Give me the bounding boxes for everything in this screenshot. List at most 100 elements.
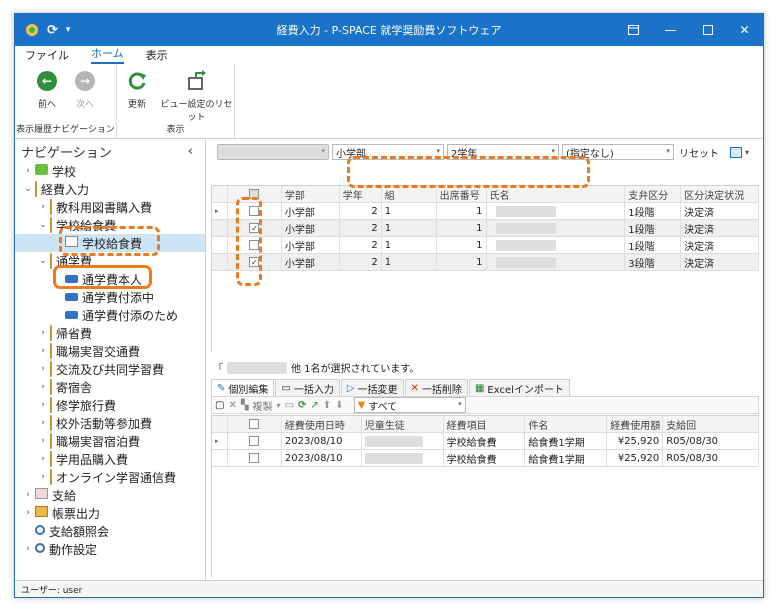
menu-file[interactable]: ファイル: [25, 47, 69, 64]
nav-item[interactable]: ⌄ 学校給食費: [15, 216, 205, 234]
row-checkbox[interactable]: ✓: [249, 257, 260, 267]
row-checkbox-cell[interactable]: [228, 450, 282, 466]
menu-view[interactable]: 表示: [146, 47, 168, 64]
nav-item-label: 学用品購入費: [56, 452, 129, 467]
new-icon[interactable]: ▢: [215, 400, 224, 411]
expand-chevron-icon[interactable]: ›: [38, 382, 48, 392]
nav-item[interactable]: › 学用品購入費: [15, 450, 205, 468]
school-selector[interactable]: ▾: [217, 144, 329, 160]
expense-filter-select[interactable]: ▼ すべて ▾: [353, 397, 466, 413]
grade-select[interactable]: 2学年 ▾: [447, 144, 559, 160]
row-checkbox-cell[interactable]: [228, 237, 282, 253]
window-icon[interactable]: ▭: [285, 400, 294, 411]
close-button[interactable]: ✕: [726, 14, 763, 46]
back-button[interactable]: ← 前へ: [35, 69, 59, 110]
expand-chevron-icon[interactable]: ›: [38, 364, 48, 374]
reset-filter-button[interactable]: リセット: [679, 145, 719, 160]
nav-item[interactable]: 通学費本人: [15, 270, 205, 288]
nav-item[interactable]: 学校給食費: [15, 234, 205, 252]
tab-bulk-input[interactable]: ▭ 一括入力: [275, 379, 340, 396]
student-row[interactable]: ✓ 小学部 2 1 1 3段階 決定済: [212, 254, 760, 271]
refresh-qat-icon[interactable]: ⟳: [47, 23, 58, 38]
student-row[interactable]: ▸ 小学部 2 1 1 1段階 決定済: [212, 203, 760, 220]
nav-item[interactable]: › 帳票出力: [15, 504, 205, 522]
nav-item[interactable]: › 職場実習交通費: [15, 342, 205, 360]
nav-item[interactable]: › 交流及び共同学習費: [15, 360, 205, 378]
nav-item[interactable]: 通学費付添のため: [15, 306, 205, 324]
nav-item[interactable]: 通学費付添中: [15, 288, 205, 306]
student-row[interactable]: 小学部 2 1 1 1段階 決定済: [212, 237, 760, 254]
nav-item[interactable]: › 動作設定: [15, 540, 205, 558]
nav-item[interactable]: › 学校: [15, 162, 205, 180]
row-checkbox[interactable]: [249, 240, 260, 250]
refresh-icon: [125, 69, 149, 93]
row-checkbox[interactable]: [249, 453, 260, 463]
expand-chevron-icon[interactable]: ⌄: [23, 184, 33, 194]
tab-bulk-change[interactable]: ▷ 一括変更: [340, 379, 404, 396]
up-arrow-icon[interactable]: ⬆: [323, 400, 331, 411]
minimize-button[interactable]: —: [652, 14, 689, 46]
nav-item[interactable]: 支給額照会: [15, 522, 205, 540]
refresh-button[interactable]: 更新: [125, 69, 149, 110]
expand-chevron-icon[interactable]: ›: [38, 418, 48, 428]
expand-chevron-icon[interactable]: ›: [38, 436, 48, 446]
student-row[interactable]: ✓ 小学部 2 1 1 1段階 決定済: [212, 220, 760, 237]
expand-chevron-icon[interactable]: ›: [38, 454, 48, 464]
expense-row[interactable]: ▸ 2023/08/10 学校給食費 給食費1学期 ¥25,920 R05/08/30: [212, 433, 759, 450]
row-checkbox[interactable]: [249, 436, 260, 446]
tab-excel-import[interactable]: ▦ Excelインポート: [468, 379, 570, 396]
refresh-icon[interactable]: ⟳: [298, 400, 306, 411]
menu-home[interactable]: ホーム: [91, 45, 124, 64]
chevron-down-icon[interactable]: ▾: [745, 148, 749, 157]
nav-item[interactable]: ⌄ 経費入力: [15, 180, 205, 198]
expense-select-all[interactable]: [228, 416, 282, 432]
department-select[interactable]: 小学部 ▾: [332, 144, 444, 160]
qat-dropdown-icon[interactable]: ▾: [66, 25, 71, 35]
nav-item[interactable]: › 校外活動等参加費: [15, 414, 205, 432]
expand-chevron-icon[interactable]: ⌄: [38, 256, 48, 266]
row-checkbox[interactable]: ✓: [249, 223, 260, 233]
select-all-header[interactable]: [228, 186, 282, 202]
layout-icon[interactable]: [615, 14, 652, 46]
nav-item[interactable]: › 職場実習宿泊費: [15, 432, 205, 450]
forward-button[interactable]: → 次へ: [73, 69, 97, 110]
nav-item[interactable]: › オンライン学習通信費: [15, 468, 205, 486]
expand-chevron-icon[interactable]: ⌄: [38, 220, 48, 230]
expand-chevron-icon[interactable]: ›: [38, 400, 48, 410]
nav-item[interactable]: › 教科用図書購入費: [15, 198, 205, 216]
reset-view-button[interactable]: ビュー設定のリセット: [159, 69, 234, 123]
nav-item[interactable]: › 支給: [15, 486, 205, 504]
nav-item[interactable]: › 寄宿舎: [15, 378, 205, 396]
copy-icon[interactable]: ▚: [241, 400, 249, 411]
tab-individual-edit[interactable]: ✎ 個別編集: [211, 379, 275, 396]
delete-row-icon[interactable]: ✕: [228, 400, 236, 411]
copy-button[interactable]: 複製: [253, 398, 273, 413]
row-checkbox-cell[interactable]: [228, 203, 282, 219]
expense-row[interactable]: 2023/08/10 学校給食費 給食費1学期 ¥25,920 R05/08/30: [212, 450, 759, 467]
nav-item[interactable]: › 帰省費: [15, 324, 205, 342]
chevron-down-icon[interactable]: ▾: [277, 401, 281, 410]
expand-chevron-icon[interactable]: ›: [38, 202, 48, 212]
expand-chevron-icon[interactable]: ›: [38, 328, 48, 338]
expand-chevron-icon[interactable]: ›: [23, 508, 33, 518]
row-checkbox-cell[interactable]: ✓: [228, 220, 282, 236]
nav-item[interactable]: ⌄ 通学費: [15, 252, 205, 270]
row-checkbox-cell[interactable]: [228, 433, 282, 449]
expand-chevron-icon[interactable]: ›: [38, 472, 48, 482]
nav-item[interactable]: › 修学旅行費: [15, 396, 205, 414]
nav-collapse-icon[interactable]: ‹: [188, 144, 193, 159]
tab-bulk-delete[interactable]: ✕ 一括削除: [404, 379, 468, 396]
down-arrow-icon[interactable]: ⬇: [335, 400, 343, 411]
maximize-button[interactable]: [689, 14, 726, 46]
reset-icon[interactable]: ↗: [310, 400, 318, 411]
row-checkbox-cell[interactable]: ✓: [228, 254, 282, 270]
expense-grid-header: 経費使用日時 児童生徒 経費項目 件名 経費使用額 支給回: [212, 416, 759, 433]
row-indicator: ▸: [212, 203, 228, 219]
class-select[interactable]: (指定なし) ▾: [562, 144, 674, 160]
expand-chevron-icon[interactable]: ›: [38, 346, 48, 356]
expand-chevron-icon[interactable]: ›: [23, 166, 33, 176]
expand-chevron-icon[interactable]: ›: [23, 544, 33, 554]
row-checkbox[interactable]: [249, 206, 260, 216]
expand-chevron-icon[interactable]: ›: [23, 490, 33, 500]
column-chooser-icon[interactable]: [730, 146, 742, 158]
